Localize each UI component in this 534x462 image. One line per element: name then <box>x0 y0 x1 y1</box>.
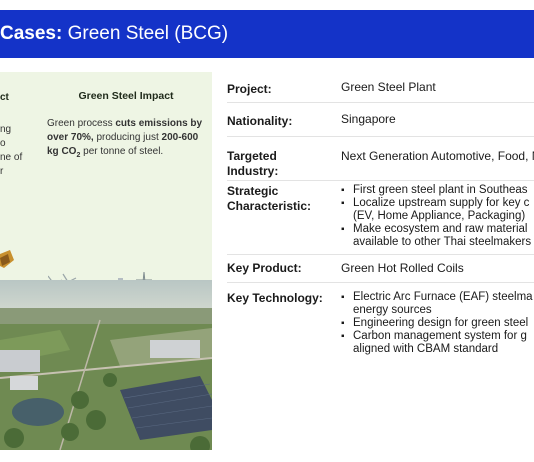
impact-card: ct ng o ne of r Green Steel Impact Green… <box>0 72 212 450</box>
title-bold: Cases: <box>0 23 63 44</box>
cropped-heading: ct <box>0 92 9 103</box>
nationality-label: Nationality: <box>227 114 293 128</box>
list-item-continuation: available to other Thai steelmakers <box>353 236 532 248</box>
cropped-icon <box>0 250 14 268</box>
nationality-value: Singapore <box>341 112 396 126</box>
strategic-list: First green steel plant in Southeas Loca… <box>341 184 531 249</box>
product-label: Key Product: <box>227 261 302 275</box>
title-bar: Cases: Green Steel (BCG) <box>0 10 534 58</box>
title-rest: Green Steel (BCG) <box>67 23 229 44</box>
row-divider <box>227 282 534 283</box>
list-item-continuation: aligned with CBAM standard <box>353 343 499 355</box>
list-item: Electric Arc Furnace (EAF) steelma <box>341 291 533 304</box>
product-value: Green Hot Rolled Coils <box>341 261 464 275</box>
project-label: Project: <box>227 82 272 96</box>
list-item: Carbon management system for g <box>341 330 533 343</box>
list-item: Engineering design for green steel <box>341 317 533 330</box>
row-divider <box>227 254 534 255</box>
list-item: Localize upstream supply for key c <box>341 197 531 210</box>
row-divider <box>227 136 534 137</box>
list-item: Make ecosystem and raw material <box>341 223 531 236</box>
aerial-photo <box>0 280 212 450</box>
page-title: Cases: Green Steel (BCG) <box>0 23 228 45</box>
list-item-continuation: energy sources <box>353 304 432 316</box>
list-item: First green steel plant in Southeas <box>341 184 531 197</box>
strategic-label: Strategic Characteristic: <box>227 184 312 213</box>
cropped-line-2: o <box>0 138 6 149</box>
impact-title: Green Steel Impact <box>78 90 174 102</box>
industry-value: Next Generation Automotive, Food, M <box>341 149 534 163</box>
technology-list: Electric Arc Furnace (EAF) steelma energ… <box>341 291 533 356</box>
row-divider <box>227 180 534 181</box>
technology-label: Key Technology: <box>227 291 323 305</box>
industry-label: Targeted Industry: <box>227 149 279 178</box>
cropped-line-3: ne of <box>0 152 23 163</box>
project-value: Green Steel Plant <box>341 80 436 94</box>
list-item-continuation: (EV, Home Appliance, Packaging) <box>353 210 526 222</box>
row-divider <box>227 102 534 103</box>
cropped-line-1: ng <box>0 124 12 135</box>
cropped-line-4: r <box>0 166 4 177</box>
impact-description: Green process cuts emissions by over 70%… <box>47 118 203 159</box>
